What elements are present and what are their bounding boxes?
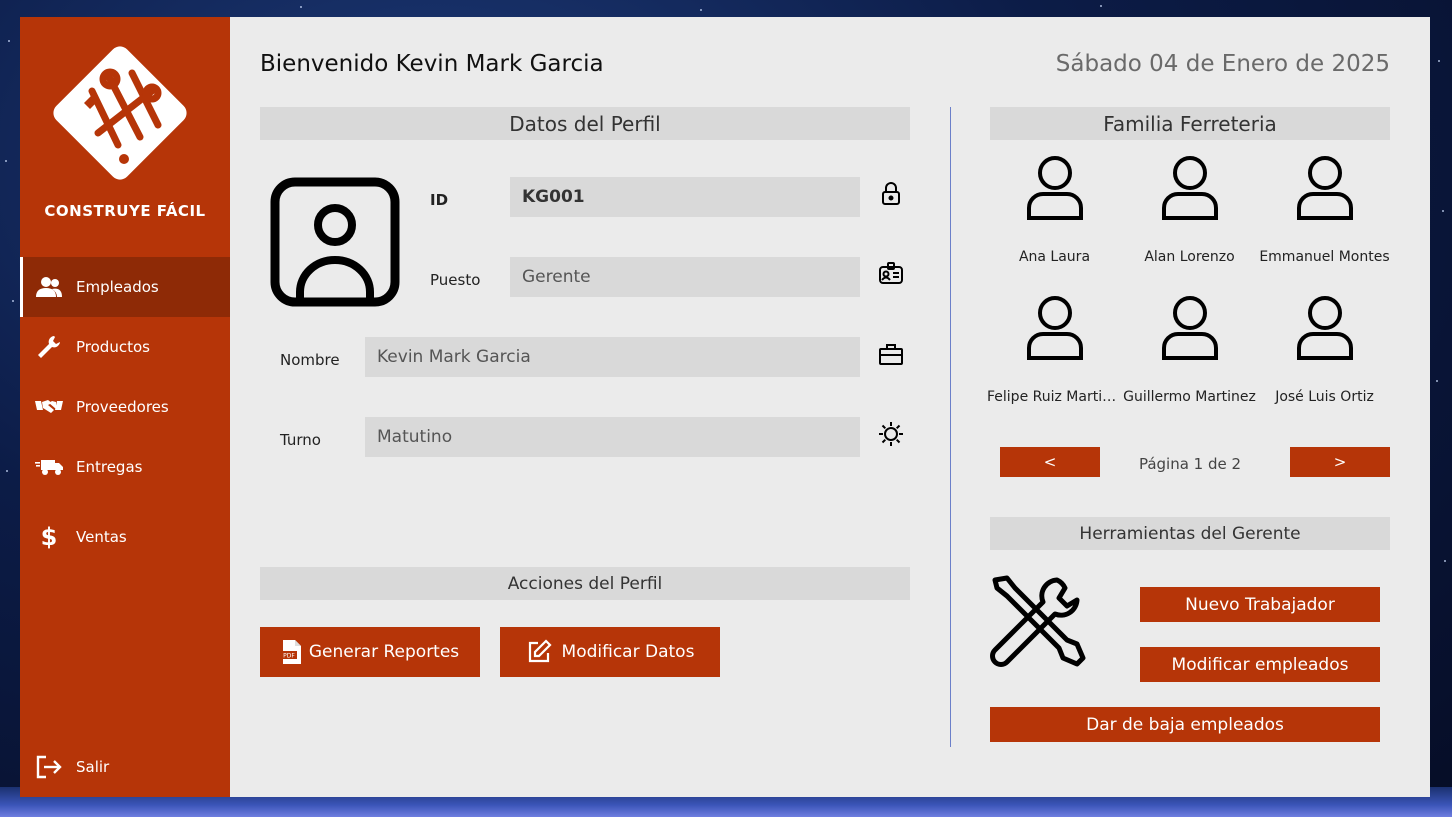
user-icon: [1296, 156, 1353, 220]
pagination-label: Página 1 de 2: [1138, 455, 1242, 473]
truck-icon: [34, 454, 64, 480]
id-badge-icon: [879, 262, 903, 284]
user-icon: [1026, 156, 1083, 220]
family-member[interactable]: Guillermo Martinez: [1122, 295, 1257, 405]
modify-data-button[interactable]: Modificar Datos: [500, 627, 720, 677]
puesto-field: Gerente: [510, 257, 860, 297]
sidebar-item-label: Empleados: [76, 278, 159, 296]
next-page-button[interactable]: >: [1290, 447, 1390, 477]
sidebar-item-empleados[interactable]: Empleados: [20, 257, 230, 317]
svg-text:PDF: PDF: [283, 653, 295, 660]
family-member[interactable]: Felipe Ruiz Martinez: [987, 295, 1122, 405]
prev-page-button[interactable]: <: [1000, 447, 1100, 477]
user-icon: [1026, 296, 1083, 360]
sidebar: CONSTRUYE FÁCIL Empleados Productos Prov…: [20, 17, 230, 797]
family-member-name: Alan Lorenzo: [1144, 249, 1235, 265]
sidebar-item-proveedores[interactable]: Proveedores: [20, 377, 230, 437]
id-label: ID: [430, 191, 449, 209]
remove-employees-button[interactable]: Dar de baja empleados: [990, 707, 1380, 742]
family-member-name: Guillermo Martinez: [1123, 389, 1256, 405]
users-icon: [34, 274, 64, 300]
logout-icon: [34, 754, 64, 780]
family-member[interactable]: Ana Laura: [987, 155, 1122, 265]
family-member-name: Felipe Ruiz Martinez: [987, 389, 1122, 405]
welcome-message: Bienvenido Kevin Mark Garcia: [260, 51, 604, 77]
brand-name: CONSTRUYE FÁCIL: [44, 202, 206, 220]
profile-section-title: Datos del Perfil: [260, 107, 910, 140]
generate-reports-label: Generar Reportes: [308, 642, 460, 662]
sidebar-item-label: Ventas: [76, 528, 127, 546]
id-field: KG001: [510, 177, 860, 217]
sidebar-item-productos[interactable]: Productos: [20, 317, 230, 377]
generate-reports-button[interactable]: PDF Generar Reportes: [260, 627, 480, 677]
logout-button[interactable]: Salir: [20, 737, 230, 797]
pdf-file-icon: PDF: [280, 640, 301, 664]
vertical-divider: [950, 107, 951, 747]
puesto-label: Puesto: [430, 271, 481, 289]
nombre-field: Kevin Mark Garcia: [365, 337, 860, 377]
new-worker-button[interactable]: Nuevo Trabajador: [1140, 587, 1380, 622]
user-icon: [1296, 296, 1353, 360]
dollar-icon: $: [40, 523, 58, 551]
modify-employees-button[interactable]: Modificar empleados: [1140, 647, 1380, 682]
user-icon: [1161, 296, 1218, 360]
sidebar-item-label: Entregas: [76, 458, 143, 476]
sidebar-item-label: Proveedores: [76, 398, 169, 416]
actions-section-title: Acciones del Perfil: [260, 567, 910, 600]
user-icon: [1161, 156, 1218, 220]
wrench-icon: [34, 334, 64, 360]
manager-tools-section-title: Herramientas del Gerente: [990, 517, 1390, 550]
profile-avatar-icon: [270, 177, 400, 307]
sidebar-item-entregas[interactable]: Entregas: [20, 437, 230, 497]
family-member-name: Ana Laura: [1018, 249, 1091, 265]
turno-field: Matutino: [365, 417, 860, 457]
tools-diamond-logo: [53, 46, 187, 180]
sidebar-item-label: Productos: [76, 338, 150, 356]
current-date: Sábado 04 de Enero de 2025: [1055, 51, 1390, 77]
briefcase-icon: [879, 344, 903, 365]
turno-label: Turno: [280, 431, 321, 449]
family-member[interactable]: Emmanuel Montes: [1257, 155, 1392, 265]
handshake-icon: [34, 394, 64, 420]
crossed-tools-icon: [990, 575, 1086, 667]
lock-icon: [882, 182, 900, 205]
family-member[interactable]: Alan Lorenzo: [1122, 155, 1257, 265]
family-member-name: Emmanuel Montes: [1259, 249, 1390, 265]
sun-icon: [879, 422, 903, 446]
app-window: CONSTRUYE FÁCIL Empleados Productos Prov…: [20, 17, 1430, 797]
family-member-name: José Luis Ortiz: [1275, 389, 1374, 405]
edit-icon: [528, 639, 552, 663]
logout-label: Salir: [76, 758, 110, 776]
sidebar-item-ventas[interactable]: $ Ventas: [20, 507, 230, 567]
modify-data-label: Modificar Datos: [561, 642, 695, 662]
family-member[interactable]: José Luis Ortiz: [1257, 295, 1392, 405]
family-section-title: Familia Ferreteria: [990, 107, 1390, 140]
nombre-label: Nombre: [280, 351, 340, 369]
